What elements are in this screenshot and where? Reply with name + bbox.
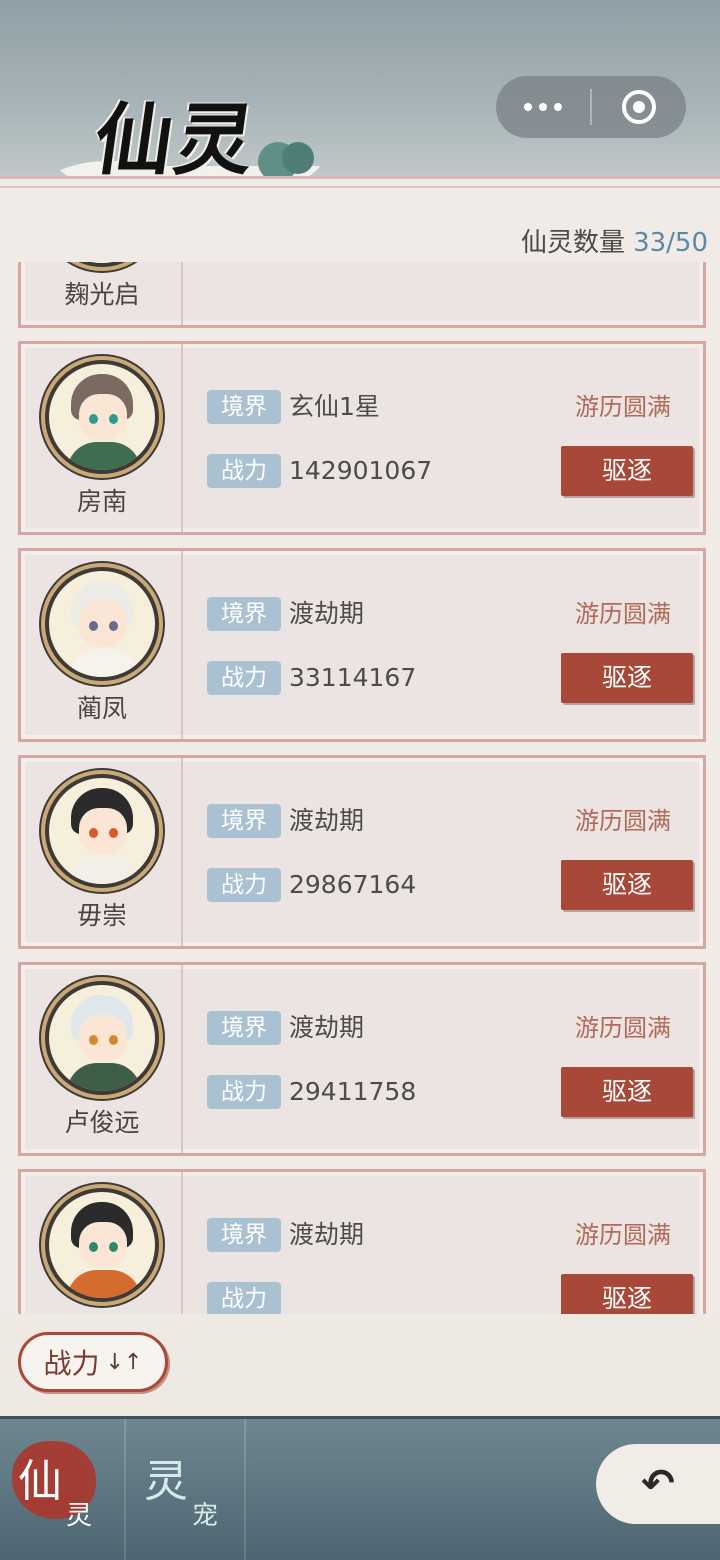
- power-tag: 战力: [207, 1075, 281, 1109]
- avatar-body: [67, 1270, 141, 1298]
- avatar-eye: [89, 414, 98, 424]
- spirit-name: 卢俊远: [64, 1108, 140, 1137]
- sort-label: 战力: [43, 1347, 100, 1380]
- realm-value: 渡劫期: [289, 1220, 365, 1249]
- portrait-section: 卢俊远: [21, 965, 183, 1153]
- portrait-section: 麹光启: [21, 262, 183, 325]
- spirit-card: 卢俊远 境界 渡劫期 游历圆满战力 29411758 驱逐: [18, 962, 706, 1156]
- avatar-eye: [109, 1035, 118, 1045]
- realm-value: 渡劫期: [289, 806, 365, 835]
- avatar[interactable]: [45, 262, 159, 267]
- avatar-body: [67, 262, 141, 263]
- avatar-eye: [89, 621, 98, 631]
- tab-lingchong-small: 宠: [192, 1501, 219, 1531]
- realm-tag: 境界: [207, 1011, 281, 1045]
- spirit-name: 蔺凤: [76, 694, 127, 723]
- spirit-name: 毋崇: [76, 901, 127, 930]
- avatar[interactable]: [45, 567, 159, 681]
- avatar-eye: [89, 1035, 98, 1045]
- close-button[interactable]: [592, 76, 686, 138]
- spirit-name: 房南: [76, 487, 127, 516]
- tab-xianling-small: 灵: [66, 1501, 93, 1531]
- dismiss-button[interactable]: 驱逐: [561, 446, 693, 496]
- realm-tag: 境界: [207, 390, 281, 424]
- travel-status: 游历圆满: [575, 1014, 671, 1042]
- spirit-card: 毋崇 境界 渡劫期 游历圆满战力 29867164 驱逐: [18, 755, 706, 949]
- travel-status: 游历圆满: [575, 600, 671, 628]
- page-title: 仙灵: [88, 95, 262, 186]
- sort-by-power-button[interactable]: 战力 ↓↑: [18, 1332, 168, 1392]
- realm-tag: 境界: [207, 1218, 281, 1252]
- spirit-card: 麹光启战力369676548驱逐: [18, 262, 706, 328]
- mini-program-capsule: [496, 76, 686, 138]
- avatar-eye: [89, 828, 98, 838]
- avatar-eye: [89, 1242, 98, 1252]
- sort-arrows-icon: ↓↑: [105, 1349, 143, 1375]
- realm-tag: 境界: [207, 597, 281, 631]
- spirit-card: 房南 境界 玄仙1星 游历圆满战力 142901067 驱逐: [18, 341, 706, 535]
- spirit-list[interactable]: 麹光启战力369676548驱逐房南境界玄仙1星游历圆满战力142901067驱…: [0, 262, 720, 1314]
- power-tag: 战力: [207, 1282, 281, 1314]
- back-arrow-icon: ↶: [641, 1461, 675, 1507]
- panel-divider: [0, 186, 720, 188]
- avatar-eye: [109, 414, 118, 424]
- portrait-section: 毋崇: [21, 758, 183, 946]
- avatar[interactable]: [45, 981, 159, 1095]
- avatar-eye: [109, 621, 118, 631]
- back-button[interactable]: ↶: [596, 1444, 720, 1524]
- target-circle-icon: [622, 90, 656, 124]
- avatar-face: [79, 808, 127, 854]
- tab-xianling[interactable]: 仙 灵: [0, 1419, 122, 1560]
- spirit-card: 蔺凤 境界 渡劫期 游历圆满战力 33114167 驱逐: [18, 548, 706, 742]
- realm-tag: 境界: [207, 804, 281, 838]
- avatar-eye: [109, 828, 118, 838]
- realm-value: 渡劫期: [289, 1013, 365, 1042]
- tab-lingchong-big: 灵: [144, 1456, 188, 1507]
- avatar-body: [67, 442, 141, 470]
- spirit-card: 境界 渡劫期 游历圆满战力 驱逐: [18, 1169, 706, 1314]
- power-tag: 战力: [207, 868, 281, 902]
- spirit-count: 仙灵数量 33/50: [521, 222, 708, 259]
- dismiss-button[interactable]: 驱逐: [561, 653, 693, 703]
- power-tag: 战力: [207, 454, 281, 488]
- power-value: 29867164: [289, 870, 417, 899]
- avatar-face: [79, 1015, 127, 1061]
- travel-status: 游历圆满: [575, 807, 671, 835]
- more-button[interactable]: [496, 76, 590, 138]
- avatar-body: [67, 856, 141, 884]
- avatar-body: [67, 649, 141, 677]
- power-value: 142901067: [289, 456, 433, 485]
- power-value: 33114167: [289, 663, 417, 692]
- avatar-eye: [109, 1242, 118, 1252]
- spirit-count-label: 仙灵数量: [521, 228, 626, 258]
- dismiss-button[interactable]: 驱逐: [561, 860, 693, 910]
- avatar-face: [79, 1222, 127, 1268]
- tab-xianling-big: 仙: [18, 1456, 62, 1507]
- realm-value: 玄仙1星: [289, 392, 380, 421]
- avatar[interactable]: [45, 1188, 159, 1302]
- portrait-section: [21, 1172, 183, 1314]
- avatar[interactable]: [45, 774, 159, 888]
- tab-lingchong[interactable]: 灵 宠: [124, 1419, 246, 1560]
- power-tag: 战力: [207, 661, 281, 695]
- travel-status: 游历圆满: [575, 393, 671, 421]
- portrait-section: 蔺凤: [21, 551, 183, 739]
- dismiss-button[interactable]: 驱逐: [561, 1067, 693, 1117]
- spirit-count-value: 33/50: [633, 228, 708, 258]
- avatar-body: [67, 1063, 141, 1091]
- travel-status: 游历圆满: [575, 1221, 671, 1249]
- avatar[interactable]: [45, 360, 159, 474]
- avatar-face: [79, 394, 127, 440]
- portrait-section: 房南: [21, 344, 183, 532]
- dismiss-button[interactable]: 驱逐: [561, 1274, 693, 1314]
- spirit-name: 麹光启: [64, 280, 140, 309]
- avatar-face: [79, 601, 127, 647]
- more-dots-icon: [524, 103, 562, 111]
- realm-value: 渡劫期: [289, 599, 365, 628]
- power-value: 29411758: [289, 1077, 417, 1106]
